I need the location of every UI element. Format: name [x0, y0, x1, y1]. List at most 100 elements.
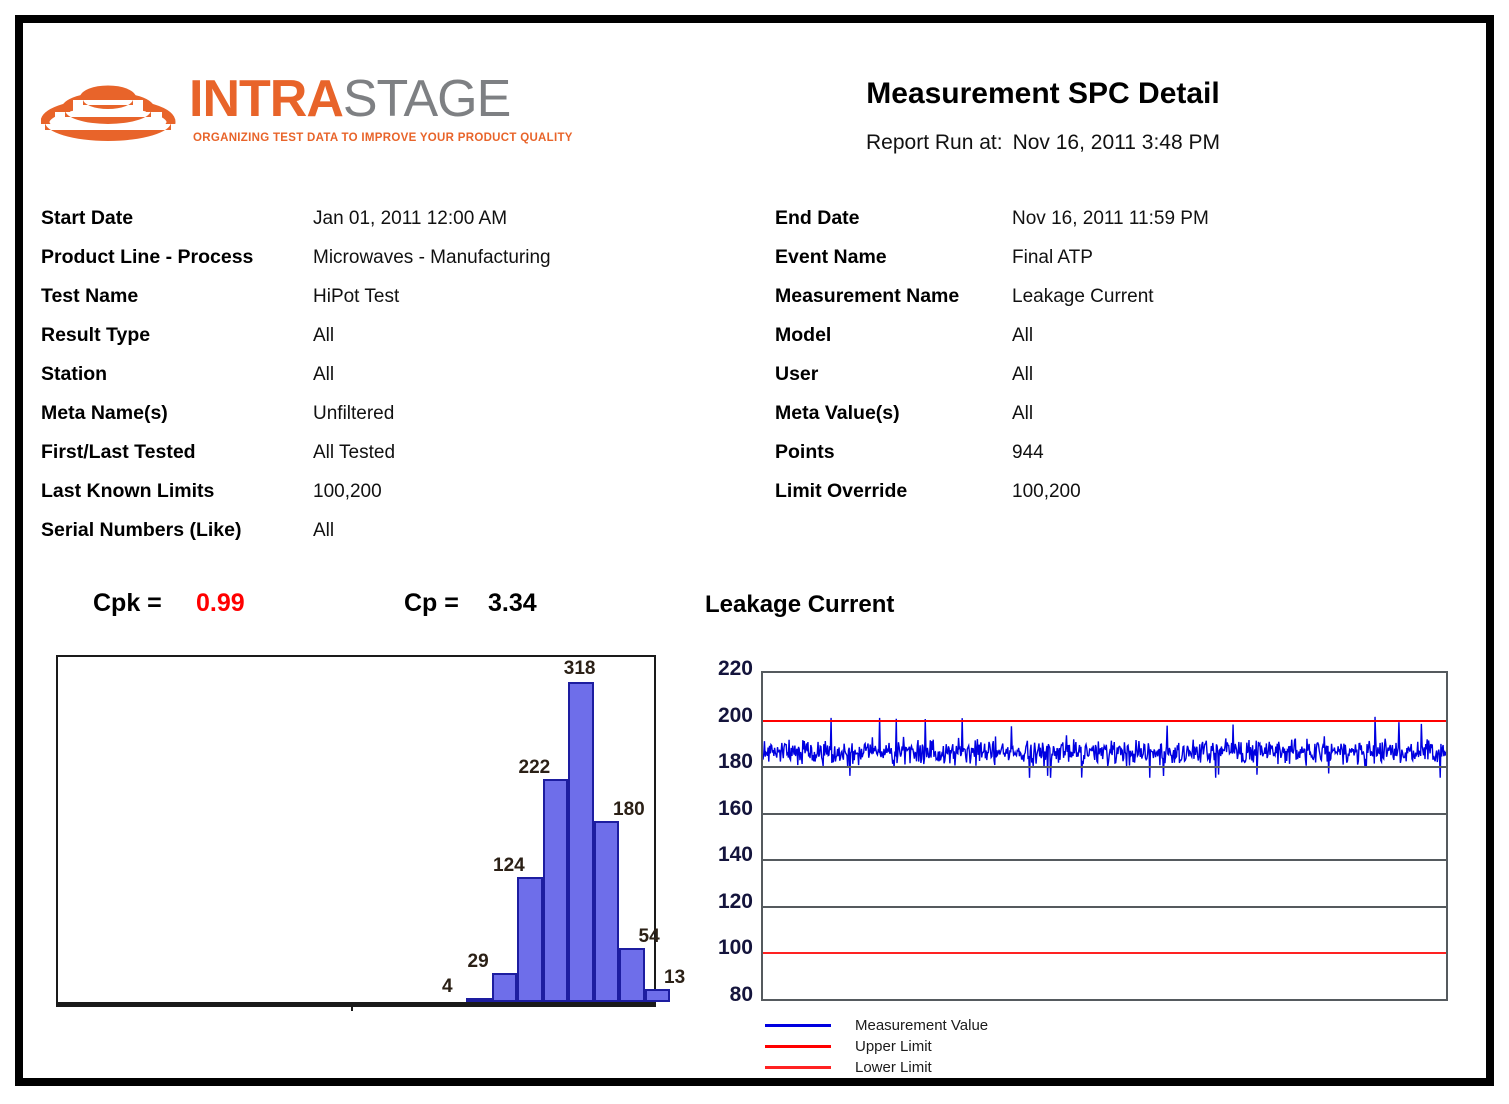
spc-y-tick-label: 100: [693, 936, 753, 960]
report-run-value: Nov 16, 2011 3:48 PM: [1013, 131, 1220, 154]
legend-label: Upper Limit: [855, 1036, 932, 1057]
param-value: All: [313, 316, 334, 355]
param-row-points: Points 944: [775, 433, 1415, 472]
legend-item-lower-limit: Lower Limit: [765, 1057, 1095, 1078]
histogram-bar: [568, 682, 594, 1002]
report-page: INTRASTAGE ORGANIZING TEST DATA TO IMPRO…: [23, 23, 1486, 1078]
parameters-left-column: Start DateJan 01, 2011 12:00 AM Product …: [41, 199, 681, 550]
param-row-event-name: Event NameFinal ATP: [775, 238, 1415, 277]
param-label: Points: [775, 433, 1012, 472]
spc-chart-title: Leakage Current: [705, 591, 894, 619]
param-value: Leakage Current: [1012, 277, 1154, 316]
spc-gridline: [763, 813, 1446, 815]
spc-gridline: [763, 766, 1446, 768]
param-row-meta-names: Meta Name(s)Unfiltered: [41, 394, 681, 433]
histogram-bar-label: 318: [564, 658, 596, 680]
spc-chart: 80100120140160180200220 Measurement Valu…: [699, 659, 1469, 1089]
cpk-value: 0.99: [196, 589, 245, 618]
param-value: All: [313, 355, 334, 394]
param-row-result-type: Result Type All: [41, 316, 681, 355]
param-value: All: [1012, 394, 1033, 433]
legend-swatch-measurement-value: [765, 1024, 831, 1027]
param-label: Measurement Name: [775, 277, 1012, 316]
report-run-timestamp: Report Run at: Nov 16, 2011 3:48 PM: [763, 131, 1323, 155]
param-value: HiPot Test: [313, 277, 399, 316]
spc-y-tick-label: 220: [693, 657, 753, 681]
spc-gridline: [763, 859, 1446, 861]
spc-lower-limit-line: [763, 952, 1446, 954]
parameters-right-column: End DateNov 16, 2011 11:59 PM Event Name…: [775, 199, 1415, 511]
param-value: 944: [1012, 433, 1044, 472]
intrastage-logo: INTRASTAGE ORGANIZING TEST DATA TO IMPRO…: [41, 68, 561, 163]
spc-y-tick-label: 120: [693, 890, 753, 914]
spc-legend: Measurement Value Upper Limit Lower Limi…: [765, 1015, 1095, 1078]
spc-upper-limit-line: [763, 720, 1446, 722]
legend-swatch-upper-limit: [765, 1045, 831, 1048]
histogram-bar: [619, 948, 645, 1002]
legend-label: Measurement Value: [855, 1015, 988, 1036]
histogram-x-axis-tick: [351, 1003, 353, 1011]
param-label: Serial Numbers (Like): [41, 511, 313, 550]
param-row-last-known-limits: Last Known Limits100,200: [41, 472, 681, 511]
param-row-product-line-process: Product Line - ProcessMicrowaves - Manuf…: [41, 238, 681, 277]
param-row-serial-numbers: Serial Numbers (Like)All: [41, 511, 681, 550]
param-label: Limit Override: [775, 472, 1012, 511]
legend-item-upper-limit: Upper Limit: [765, 1036, 1095, 1057]
param-row-model: Model All: [775, 316, 1415, 355]
cpk-label: Cpk =: [93, 589, 162, 618]
histogram-bar-label: 124: [493, 855, 525, 877]
param-label: Product Line - Process: [41, 238, 313, 277]
legend-item-measurement-value: Measurement Value: [765, 1015, 1095, 1036]
param-label: Result Type: [41, 316, 313, 355]
param-value: All: [1012, 316, 1033, 355]
param-label: Test Name: [41, 277, 313, 316]
histogram-bar: [517, 877, 543, 1002]
spc-y-tick-label: 180: [693, 750, 753, 774]
param-label: Meta Name(s): [41, 394, 313, 433]
param-label: Meta Value(s): [775, 394, 1012, 433]
legend-label: Lower Limit: [855, 1057, 932, 1078]
param-value: Unfiltered: [313, 394, 394, 433]
report-run-label: Report Run at:: [866, 131, 1003, 154]
histogram-bar-label: 29: [468, 951, 489, 973]
param-row-start-date: Start DateJan 01, 2011 12:00 AM: [41, 199, 681, 238]
capability-indices: Cpk = 0.99 Cp = 3.34: [41, 589, 661, 629]
spc-y-tick-label: 140: [693, 843, 753, 867]
param-value: Microwaves - Manufacturing: [313, 238, 551, 277]
cp-value: 3.34: [488, 589, 537, 618]
page-title: Measurement SPC Detail: [763, 77, 1323, 111]
param-label: First/Last Tested: [41, 433, 313, 472]
histogram-bar-label: 4: [442, 976, 453, 998]
logo-word-intra: INTRA: [189, 70, 343, 128]
spc-measurement-series: [763, 673, 1446, 999]
spc-plot-area: [761, 671, 1448, 1001]
cp-label: Cp =: [404, 589, 459, 618]
logo-word-stage: STAGE: [343, 70, 510, 128]
param-label: User: [775, 355, 1012, 394]
param-value: All Tested: [313, 433, 395, 472]
param-value: All: [313, 511, 334, 550]
param-row-test-name: Test NameHiPot Test: [41, 277, 681, 316]
histogram-bar: [645, 989, 671, 1002]
param-label: Station: [41, 355, 313, 394]
histogram-bar: [492, 973, 518, 1002]
spc-gridline: [763, 906, 1446, 908]
param-row-user: UserAll: [775, 355, 1415, 394]
param-value: 100,200: [1012, 472, 1081, 511]
histogram-chart: 4291242223181805413: [56, 655, 656, 1007]
param-row-station: Station All: [41, 355, 681, 394]
ripple-logo-icon: [41, 72, 176, 144]
spc-y-tick-label: 80: [693, 983, 753, 1007]
histogram-x-axis: [58, 1002, 654, 1005]
param-label: Model: [775, 316, 1012, 355]
histogram-bar: [543, 779, 569, 1002]
param-value: All: [1012, 355, 1033, 394]
histogram-bar-label: 13: [664, 967, 685, 989]
histogram-bar-label: 54: [639, 926, 660, 948]
param-row-first-last-tested: First/Last TestedAll Tested: [41, 433, 681, 472]
param-row-end-date: End DateNov 16, 2011 11:59 PM: [775, 199, 1415, 238]
legend-swatch-lower-limit: [765, 1066, 831, 1069]
param-row-limit-override: Limit Override100,200: [775, 472, 1415, 511]
histogram-bar: [594, 821, 620, 1002]
histogram-bar-label: 222: [519, 757, 551, 779]
